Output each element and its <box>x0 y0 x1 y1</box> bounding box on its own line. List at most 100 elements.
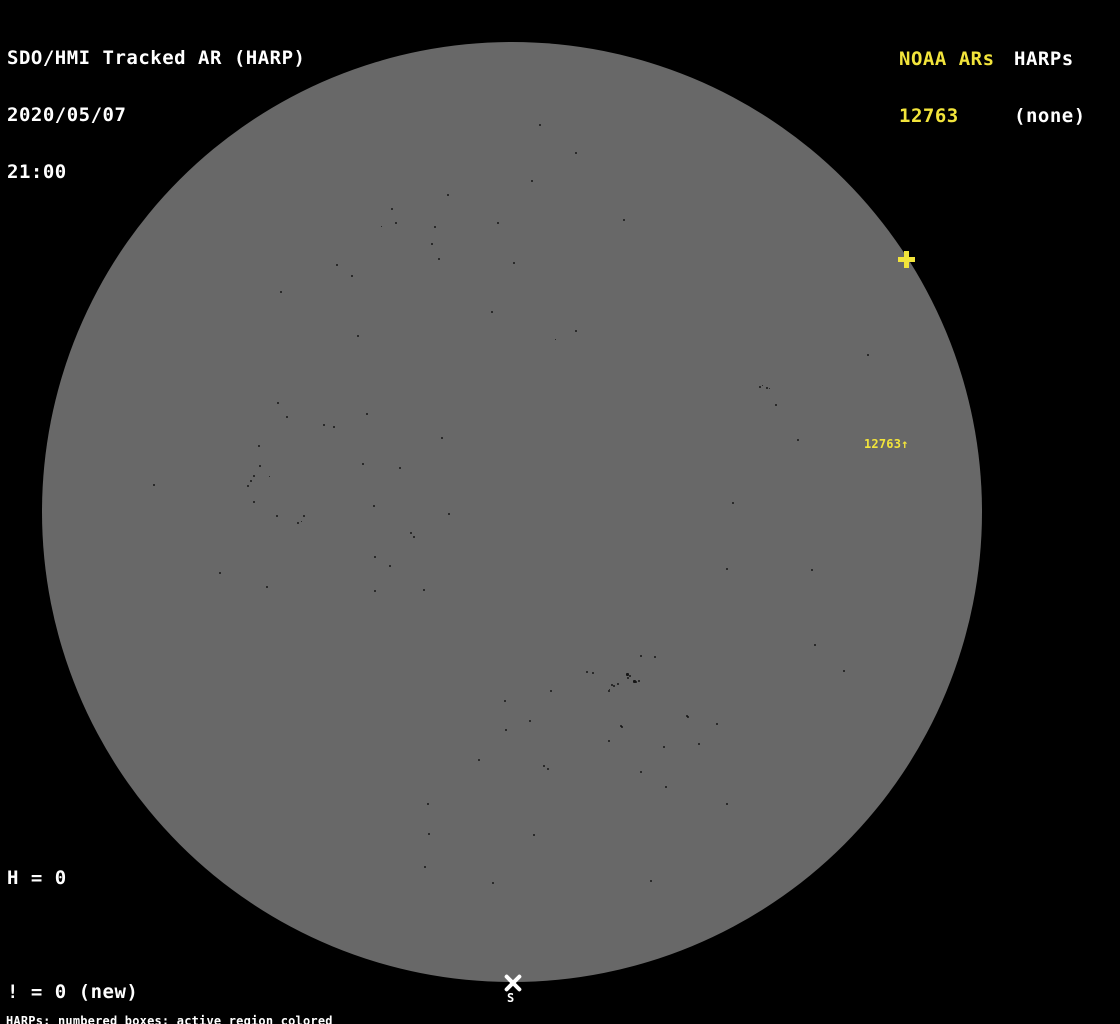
sunspot-dot <box>843 670 845 672</box>
sunspot-dot <box>389 565 391 567</box>
sunspot-dot <box>381 226 382 227</box>
noaa-ars-number: 12763 <box>899 107 995 126</box>
footer-note-harps: HARPs: numbered boxes; active region col… <box>6 1015 437 1024</box>
sunspot-dot <box>698 743 700 745</box>
noaa-ars-column: NOAA ARs 12763 <box>899 12 995 164</box>
sunspot-dot <box>797 439 799 441</box>
sunspot-dot <box>550 690 552 692</box>
sunspot-dot <box>492 882 494 884</box>
sunspot-dot <box>665 786 667 788</box>
harps-column: HARPs (none) <box>1014 12 1086 164</box>
sunspot-dot <box>413 536 415 538</box>
sunspot-dot <box>357 335 359 337</box>
sunspot-dot <box>686 715 688 717</box>
sunspot-dot <box>617 683 619 685</box>
harps-header: HARPs <box>1014 50 1086 69</box>
sunspot-dot <box>608 740 610 742</box>
sunspot-dot <box>575 330 577 332</box>
sunspot-dot <box>531 180 533 182</box>
sunspot-dot <box>613 685 615 687</box>
sunspot-dot <box>303 515 305 517</box>
sunspot-dot <box>759 386 761 388</box>
sunspot-dot <box>153 484 155 486</box>
sunspot-dot <box>247 485 249 487</box>
sunspot-dot <box>301 521 302 522</box>
sunspot-dot <box>297 522 299 524</box>
sunspot-dot <box>497 222 499 224</box>
sunspot-dot <box>428 833 430 835</box>
sunspot-dot <box>716 723 718 725</box>
sunspot-dot <box>277 402 279 404</box>
footer-notes: HARPs: numbered boxes; active region col… <box>6 991 437 1024</box>
legend-spacer <box>7 926 234 945</box>
sunspot-dot <box>269 476 270 477</box>
sunspot-dot <box>441 437 443 439</box>
sunspot-dot <box>627 677 629 679</box>
sunspot-dot <box>623 219 625 221</box>
sunspot-dot <box>640 655 642 657</box>
sunspot-dot <box>280 291 282 293</box>
sunspot-dot <box>391 208 393 210</box>
sunspot-dot <box>373 505 375 507</box>
sunspot-dot <box>250 480 252 482</box>
sunspot-dot <box>663 746 665 748</box>
sunspot-dot <box>438 258 440 260</box>
sunspot-dot <box>513 262 515 264</box>
sunspot-dot <box>543 765 545 767</box>
sunspot-dot <box>253 501 255 503</box>
sunspot-dot <box>586 671 588 673</box>
sunspot-dot <box>867 354 869 356</box>
frame-date: 2020/05/07 <box>7 106 305 125</box>
sunspot-dot <box>775 404 777 406</box>
harps-value: (none) <box>1014 107 1086 126</box>
sunspot-dot <box>434 226 436 228</box>
sunspot-dot <box>259 465 261 467</box>
sunspot-dot <box>650 880 652 882</box>
sunspot-dot <box>547 768 549 770</box>
sunspot-dot <box>423 589 425 591</box>
harp-count: H = 0 <box>7 869 234 888</box>
sunspot-dot <box>539 124 541 126</box>
south-pole-label: S <box>507 992 514 1004</box>
sunspot-dot <box>491 311 493 313</box>
sunspot-dot <box>504 700 506 702</box>
sunspot-dot <box>219 572 221 574</box>
sunspot-dot <box>478 759 480 761</box>
title-block: SDO/HMI Tracked AR (HARP) 2020/05/07 21:… <box>7 11 305 220</box>
sunspot-dot <box>374 556 376 558</box>
sunspot-dot <box>333 426 335 428</box>
sunspot-dot <box>362 463 364 465</box>
sunspot-dot <box>592 672 594 674</box>
sunspot-dot <box>399 467 401 469</box>
sunspot-dot <box>505 729 507 731</box>
noaa-ars-header: NOAA ARs <box>899 50 995 69</box>
sunspot-dot <box>427 803 429 805</box>
sunspot-dot <box>424 866 426 868</box>
harp-tracker-frame: SDO/HMI Tracked AR (HARP) 2020/05/07 21:… <box>0 0 1120 1024</box>
sunspot-dot <box>351 275 353 277</box>
sunspot-dot <box>609 689 610 690</box>
sunspot-dot <box>726 568 728 570</box>
sunspot-dot <box>762 385 763 386</box>
sunspot-dot <box>286 416 288 418</box>
noaa-ar-cross-icon <box>898 251 915 268</box>
sunspot-dot <box>811 569 813 571</box>
sunspot-dot <box>555 339 556 340</box>
sunspot-dot <box>448 513 450 515</box>
sunspot-dot <box>638 680 640 682</box>
sunspot-dot <box>620 725 622 727</box>
frame-time: 21:00 <box>7 163 305 182</box>
sunspot-dot <box>529 720 531 722</box>
noaa-ar-number-label: 12763↑ <box>864 438 909 450</box>
sunspot-dot <box>769 388 770 389</box>
sunspot-dot <box>608 690 610 692</box>
sunspot-dot <box>732 502 734 504</box>
sunspot-dot <box>635 681 637 683</box>
page-title: SDO/HMI Tracked AR (HARP) <box>7 49 305 68</box>
sunspot-dot <box>336 264 338 266</box>
sunspot-dot <box>266 586 268 588</box>
sunspot-dot <box>640 771 642 773</box>
sunspot-dot <box>814 644 816 646</box>
sunspot-dot <box>654 656 656 658</box>
sunspot-dot <box>431 243 433 245</box>
